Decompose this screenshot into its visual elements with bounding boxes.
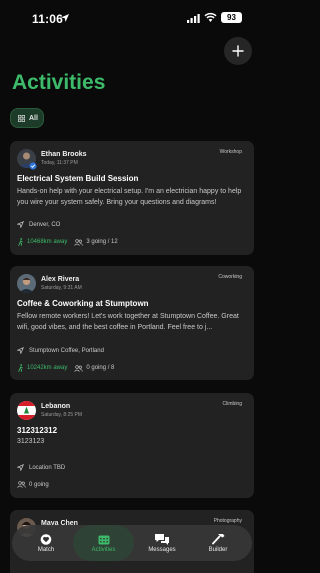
activity-location: Stumptown Coffee, Portland [17, 347, 104, 354]
category-label: Workshop [219, 149, 242, 155]
activity-title: Electrical System Build Session [17, 174, 139, 183]
page-title: Activities [12, 71, 106, 94]
activity-time: Today, 11:37 PM [41, 160, 78, 166]
category-label: Climbing [222, 401, 242, 407]
host-name: Lebanon [41, 403, 71, 410]
grid-icon [18, 114, 25, 122]
avatar [17, 274, 36, 293]
location-text: Location TBD [29, 464, 66, 471]
verified-badge-icon [29, 162, 37, 170]
people-icon [17, 481, 26, 488]
host-name: Ethan Brooks [41, 151, 87, 158]
filter-all-chip[interactable]: All [10, 108, 44, 128]
nav-messages-label: Messages [148, 547, 176, 553]
activity-location: Location TBD [17, 464, 65, 471]
category-label: Coworking [218, 274, 242, 280]
location-arrow-icon [17, 464, 24, 471]
cellular-signal-icon [187, 14, 200, 23]
wifi-icon [204, 12, 217, 22]
distance: 10468km away [17, 238, 67, 246]
going-count: 3 going / 12 [74, 238, 118, 246]
calendar-icon [98, 535, 109, 544]
nav-match-label: Match [37, 546, 55, 553]
activity-location: Denver, CO [17, 221, 60, 228]
activity-card[interactable]: Lebanon Saturday, 8:25 PM Climbing 31231… [10, 393, 254, 498]
nav-builder[interactable]: Builder [192, 525, 244, 561]
going-count: 0 going [17, 481, 49, 488]
going-text: 0 going [29, 481, 49, 488]
location-arrow-icon [61, 14, 69, 22]
going-count: 0 going / 8 [74, 364, 115, 372]
activity-description: Fellow remote workers! Let's work togeth… [17, 313, 239, 331]
add-activity-button[interactable] [224, 37, 252, 65]
nav-activities-label: Activities [91, 546, 116, 553]
chat-bubbles-icon [155, 534, 169, 545]
plus-icon [232, 45, 244, 57]
walking-icon [18, 364, 23, 372]
activity-card[interactable]: Alex Rivera Saturday, 9:31 AM Coworking … [10, 266, 254, 380]
avatar [17, 401, 36, 420]
activity-description: 3123123 [17, 438, 45, 445]
heart-icon [40, 533, 52, 545]
activity-meta: 10242km away 0 going / 8 [17, 364, 114, 372]
activity-title: 312312312 [17, 426, 58, 435]
bottom-nav: Match Activities Messages Builder [12, 525, 252, 561]
going-text: 3 going / 12 [86, 239, 118, 245]
activity-time: Saturday, 8:25 PM [41, 412, 83, 418]
hammer-icon [211, 534, 224, 545]
activity-time: Saturday, 9:31 AM [41, 285, 82, 291]
nav-activities[interactable]: Activities [73, 525, 134, 561]
location-text: Stumptown Coffee, Portland [29, 347, 104, 354]
distance: 10242km away [17, 364, 67, 372]
activity-card[interactable]: Ethan Brooks Today, 11:37 PM Workshop El… [10, 141, 254, 255]
going-text: 0 going / 8 [86, 365, 115, 371]
people-icon [74, 238, 84, 246]
distance-text: 10468km away [27, 239, 68, 245]
distance-text: 10242km away [27, 365, 68, 371]
location-arrow-icon [17, 221, 24, 228]
status-bar: 11:06 93 [0, 0, 264, 40]
walking-icon [18, 238, 23, 246]
activity-meta: 0 going [17, 481, 49, 488]
people-icon [74, 364, 84, 372]
battery-indicator: 93 [221, 12, 242, 23]
nav-match[interactable]: Match [20, 525, 72, 561]
status-time: 11:06 [32, 12, 64, 26]
location-text: Denver, CO [29, 221, 61, 228]
activity-meta: 10468km away 3 going / 12 [17, 238, 118, 246]
activity-description: Hands-on help with your electrical setup… [17, 188, 242, 206]
filter-all-label: All [29, 114, 38, 122]
activity-title: Coffee & Coworking at Stumptown [17, 299, 149, 308]
nav-builder-label: Builder [208, 547, 228, 553]
location-arrow-icon [17, 347, 24, 354]
category-label: Photography [213, 518, 242, 524]
host-name: Alex Rivera [41, 276, 80, 283]
nav-messages[interactable]: Messages [136, 525, 188, 561]
